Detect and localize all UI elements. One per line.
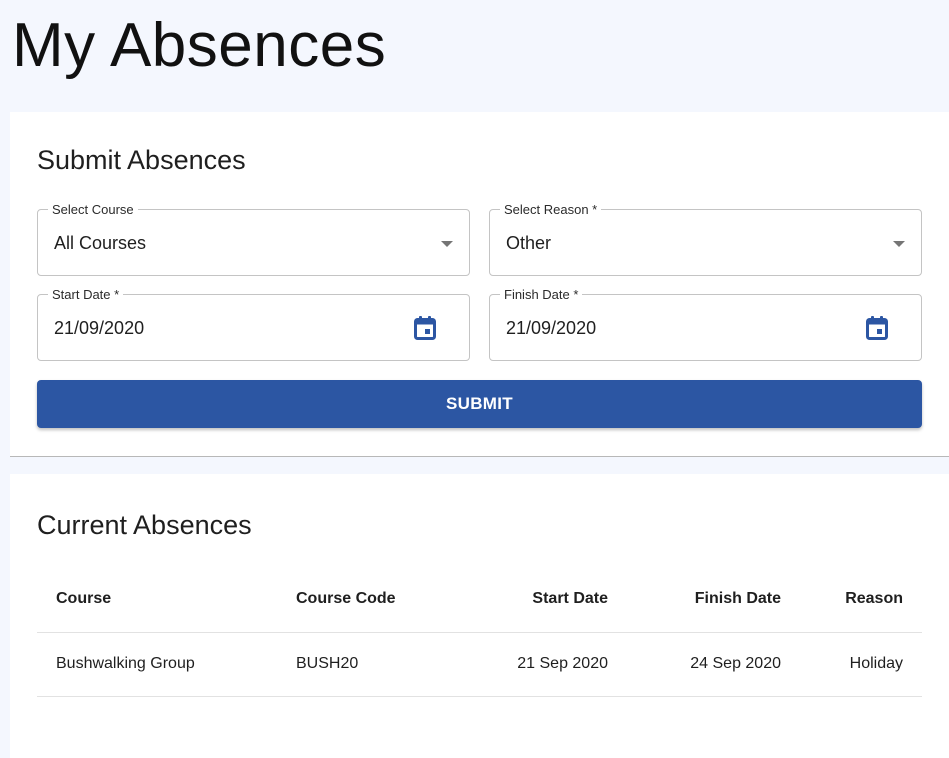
select-reason-label: Select Reason * bbox=[500, 202, 602, 217]
column-header-course-code[interactable]: Course Code bbox=[296, 590, 396, 608]
finish-date-field[interactable]: Finish Date * 21/09/2020 bbox=[489, 287, 922, 361]
cell-start-date: 21 Sep 2020 bbox=[517, 655, 608, 672]
chevron-down-icon[interactable] bbox=[441, 241, 453, 247]
current-absences-title: Current Absences bbox=[37, 510, 252, 540]
table-row[interactable]: Bushwalking Group BUSH20 21 Sep 2020 24 … bbox=[37, 633, 922, 697]
cell-finish-date: 24 Sep 2020 bbox=[690, 655, 781, 672]
column-header-finish-date[interactable]: Finish Date bbox=[695, 590, 781, 608]
table-header-row: Course Course Code Start Date Finish Dat… bbox=[37, 562, 922, 633]
select-course-label: Select Course bbox=[48, 202, 138, 217]
submit-absences-title: Submit Absences bbox=[37, 145, 246, 175]
cell-course: Bushwalking Group bbox=[56, 655, 195, 672]
submit-button[interactable]: SUBMIT bbox=[37, 380, 922, 428]
finish-date-label: Finish Date * bbox=[500, 287, 583, 302]
column-header-reason[interactable]: Reason bbox=[845, 590, 903, 608]
select-course-field[interactable]: Select Course All Courses bbox=[37, 202, 470, 276]
submit-absences-card: Submit Absences Select Course All Course… bbox=[10, 112, 949, 456]
chevron-down-icon[interactable] bbox=[893, 241, 905, 247]
absences-table: Course Course Code Start Date Finish Dat… bbox=[37, 562, 922, 697]
start-date-value: 21/09/2020 bbox=[54, 318, 145, 338]
start-date-field[interactable]: Start Date * 21/09/2020 bbox=[37, 287, 470, 361]
calendar-icon[interactable] bbox=[866, 316, 888, 340]
column-header-start-date[interactable]: Start Date bbox=[532, 590, 608, 608]
select-course-value: All Courses bbox=[54, 233, 147, 253]
cell-course-code: BUSH20 bbox=[296, 655, 359, 672]
calendar-icon[interactable] bbox=[414, 316, 436, 340]
select-reason-value: Other bbox=[506, 233, 552, 253]
page-title: My Absences bbox=[12, 11, 387, 80]
finish-date-value: 21/09/2020 bbox=[506, 318, 597, 338]
current-absences-card: Current Absences Course Course Code Star… bbox=[10, 474, 949, 758]
select-reason-field[interactable]: Select Reason * Other bbox=[489, 202, 922, 276]
column-header-course[interactable]: Course bbox=[56, 590, 111, 608]
cell-reason: Holiday bbox=[849, 655, 903, 672]
start-date-label: Start Date * bbox=[48, 287, 124, 302]
